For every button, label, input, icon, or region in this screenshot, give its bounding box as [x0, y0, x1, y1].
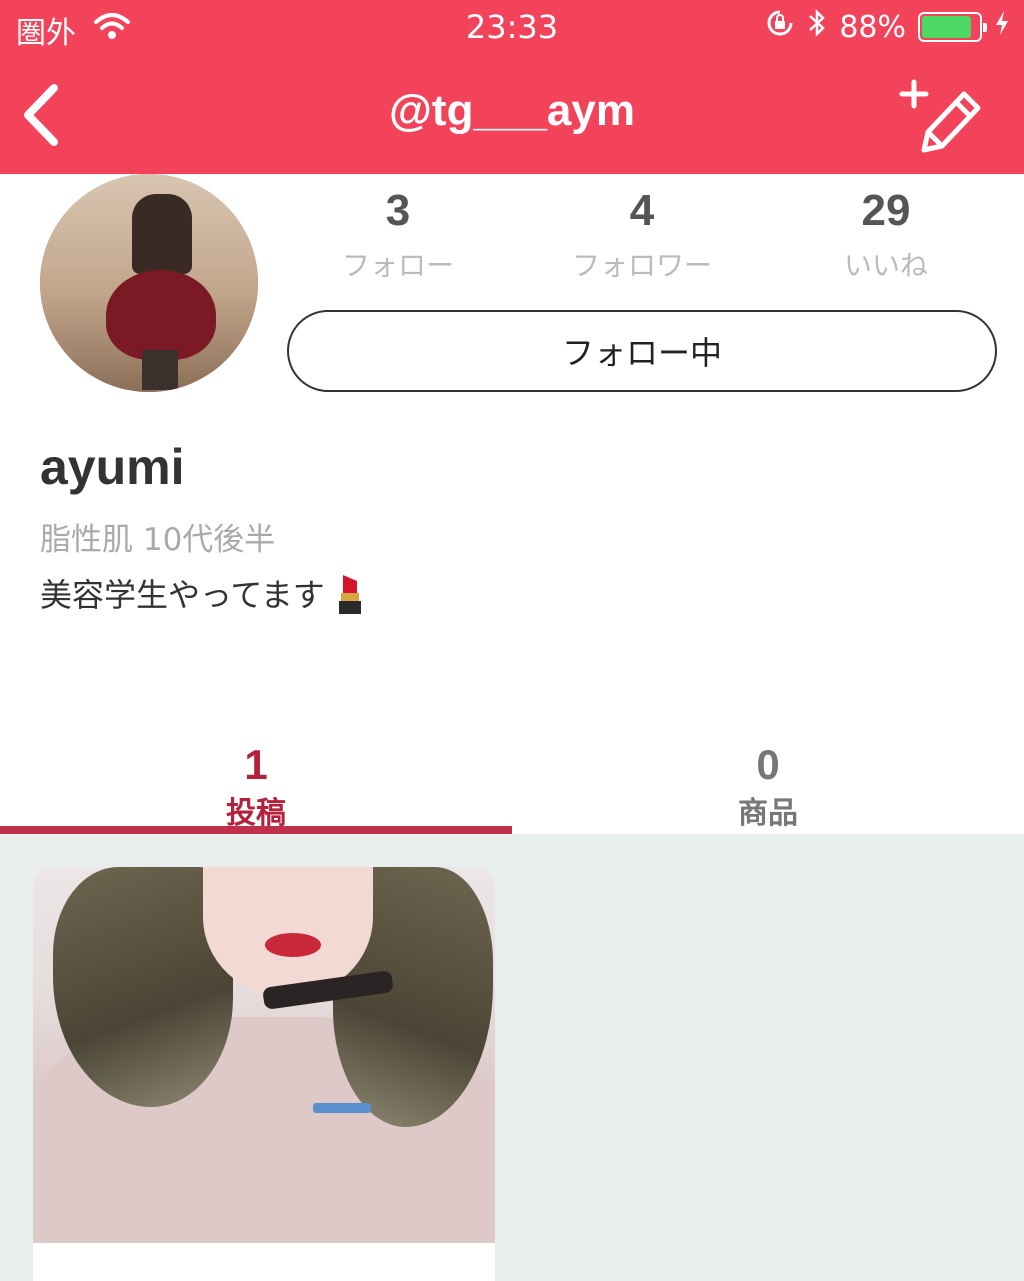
post-image-tag	[313, 1103, 371, 1113]
post-image-lips	[265, 933, 321, 957]
post-card[interactable]	[33, 867, 495, 1281]
lipstick-icon	[333, 571, 367, 615]
tab-posts[interactable]: 1 投稿	[0, 740, 512, 834]
stat-followers-label: フォロワー	[571, 249, 712, 282]
stat-followers[interactable]: 4 フォロワー	[522, 186, 762, 284]
tab-products-count: 0	[756, 741, 780, 788]
avatar-legs	[142, 350, 178, 390]
following-button[interactable]: フォロー中	[287, 310, 997, 392]
stat-likes[interactable]: 29 いいね	[766, 186, 1006, 284]
stat-likes-label: いいね	[843, 249, 928, 282]
nav-bar: @tg___aym	[0, 56, 1024, 174]
battery-percent: 88%	[839, 9, 906, 45]
battery-icon	[918, 12, 987, 42]
profile-stats: 3 フォロー 4 フォロワー 29 いいね	[272, 186, 1024, 286]
page-title: @tg___aym	[389, 86, 635, 135]
charging-icon	[994, 9, 1010, 45]
stat-follow[interactable]: 3 フォロー	[278, 186, 518, 284]
avatar-figure	[132, 194, 192, 274]
bluetooth-icon	[807, 8, 827, 46]
tab-products-label: 商品	[738, 796, 798, 831]
status-bar: 圏外 23:33 88%	[0, 0, 1024, 56]
stat-followers-count: 4	[629, 186, 655, 235]
orientation-lock-icon	[765, 8, 795, 46]
post-feed	[0, 834, 1024, 1281]
profile-name: ayumi	[40, 439, 185, 495]
stat-follow-label: フォロー	[341, 249, 454, 282]
active-tab-indicator	[0, 826, 512, 834]
profile-meta: 脂性肌 10代後半	[40, 522, 276, 558]
status-right: 88%	[765, 8, 1010, 46]
stat-follow-count: 3	[385, 186, 411, 235]
profile-bio: 美容学生やってます	[40, 570, 367, 616]
bio-text: 美容学生やってます	[40, 576, 325, 614]
avatar[interactable]	[40, 174, 258, 392]
avatar-skirt	[106, 270, 216, 360]
profile-tabs: 1 投稿 0 商品	[0, 740, 1024, 834]
compose-pencil-icon[interactable]	[894, 76, 984, 156]
tab-products[interactable]: 0 商品	[512, 740, 1024, 834]
tab-posts-count: 1	[244, 741, 268, 788]
post-thumbnail[interactable]	[33, 867, 495, 1243]
battery-fill	[922, 16, 972, 38]
stat-likes-count: 29	[861, 186, 911, 235]
